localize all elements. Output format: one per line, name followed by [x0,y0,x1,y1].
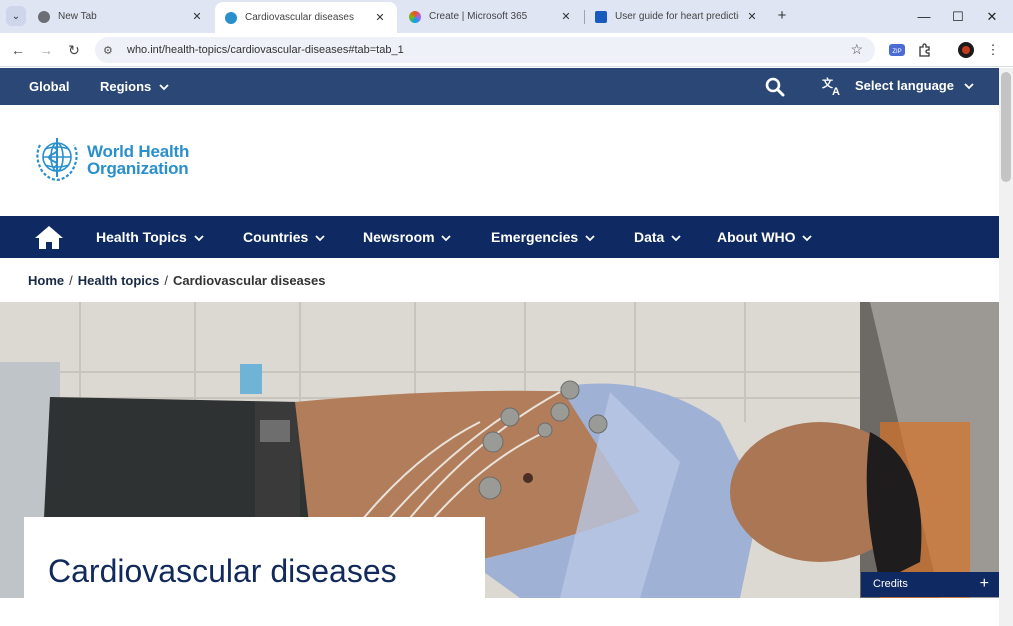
logo-line-2: Organization [87,159,189,178]
reload-icon: ↻ [68,41,80,58]
credits-label: Credits [873,578,908,590]
plus-icon: + [979,575,989,592]
nav-newsroom[interactable]: Newsroom [363,229,452,245]
chevron-down-icon [194,235,204,242]
translate-icon: 文 A [822,76,840,96]
nav-label: Newsroom [363,229,435,245]
tab-title: Create | Microsoft 365 [429,11,528,22]
chevron-down-icon [802,235,813,242]
select-language-label: Select language [855,78,954,93]
who-favicon-icon [225,11,237,24]
nav-label: Health Topics [96,229,187,245]
arrow-left-icon: ← [11,42,25,58]
search-icon[interactable] [765,77,785,97]
new-tab-button[interactable]: + [774,7,790,25]
home-icon[interactable] [34,224,64,250]
tab-title: User guide for heart prediction [615,11,739,22]
tab-title: Cardiovascular diseases [245,12,354,23]
close-window-button[interactable]: ✕ [975,0,1009,33]
logo-line-1: World Health [87,142,190,161]
url-text: who.int/health-topics/cardiovascular-dis… [127,44,404,56]
tab-cardiovascular-diseases[interactable]: Cardiovascular diseases ✕ [215,2,397,33]
web-page: Global Regions 文 A Select language World… [0,68,999,626]
site-info-icon[interactable]: ⚙ [103,44,117,57]
breadcrumb-health-topics-link[interactable]: Health topics [78,273,160,288]
scrollbar-thumb[interactable] [1001,72,1011,182]
svg-text:ZIP: ZIP [892,49,901,55]
back-button[interactable]: ← [6,38,30,62]
global-link[interactable]: Global [29,79,69,94]
hero-title-card: Cardiovascular diseases [24,517,485,626]
chevron-down-icon [963,83,974,90]
tab-microsoft-365[interactable]: Create | Microsoft 365 ✕ [399,0,583,33]
close-tab-icon[interactable]: ✕ [190,10,204,23]
who-wordmark[interactable]: World Health Organization [87,143,189,177]
arrow-right-icon: → [39,42,53,58]
breadcrumb-separator: / [69,273,73,288]
nav-data[interactable]: Data [634,229,681,245]
reload-button[interactable]: ↻ [62,38,86,62]
nav-label: Emergencies [491,229,579,245]
bookmark-star-icon[interactable]: ☆ [850,41,863,58]
browser-toolbar: ← → ↻ ⚙ who.int/health-topics/cardiovasc… [0,33,1013,67]
chevron-down-icon: ⌄ [11,10,21,22]
nav-label: Data [634,229,665,245]
who-emblem-icon[interactable] [31,135,83,181]
nav-emergencies[interactable]: Emergencies [491,229,595,245]
chevron-down-icon [159,84,169,91]
main-navigation: Health Topics Countries Newsroom Emergen… [0,216,999,258]
nav-label: Countries [243,229,309,245]
chrome-icon [38,10,50,23]
page-title: Cardiovascular diseases [48,553,397,589]
zip-extension-icon[interactable]: ZIP [888,41,906,59]
close-tab-icon[interactable]: ✕ [559,10,573,23]
maximize-button[interactable]: ☐ [941,0,975,33]
extensions-puzzle-icon[interactable] [916,41,934,59]
credits-button[interactable]: Credits + [861,572,999,597]
minimize-button[interactable]: — [907,0,941,33]
browser-tab-strip: ⌄ New Tab ✕ Cardiovascular diseases ✕ Cr… [0,0,1013,33]
chevron-down-icon [671,235,681,242]
nav-label: About WHO [717,229,796,245]
svg-text:A: A [832,86,840,96]
breadcrumb: Home / Health topics / Cardiovascular diseas… [28,273,325,288]
logo-header: World Health Organization [0,105,999,216]
who-top-bar: Global Regions 文 A Select language [0,68,999,105]
page-scrollbar[interactable] [999,68,1013,626]
nav-about-who[interactable]: About WHO [717,229,813,245]
chevron-down-icon [585,235,595,242]
word-icon [595,10,607,23]
close-tab-icon[interactable]: ✕ [373,11,387,24]
browser-menu-icon[interactable]: ⋮ [984,41,1002,59]
profile-avatar[interactable] [957,41,975,59]
tab-user-guide[interactable]: User guide for heart prediction ✕ [585,0,769,33]
chevron-down-icon [441,235,452,242]
nav-health-topics[interactable]: Health Topics [96,229,204,245]
forward-button[interactable]: → [34,38,58,62]
tab-new-tab[interactable]: New Tab ✕ [28,0,214,33]
regions-dropdown[interactable]: Regions [100,79,169,94]
select-language-dropdown[interactable]: Select language [855,78,974,93]
microsoft-365-icon [409,10,421,23]
breadcrumb-home-link[interactable]: Home [28,273,64,288]
chevron-down-icon [315,235,325,242]
tab-search-button[interactable]: ⌄ [6,6,26,26]
regions-label: Regions [100,79,152,94]
close-tab-icon[interactable]: ✕ [745,10,759,23]
tab-title: New Tab [58,11,97,22]
nav-countries[interactable]: Countries [243,229,325,245]
address-bar[interactable]: ⚙ who.int/health-topics/cardiovascular-d… [95,37,875,63]
breadcrumb-separator: / [164,273,168,288]
breadcrumb-current: Cardiovascular diseases [173,273,326,288]
